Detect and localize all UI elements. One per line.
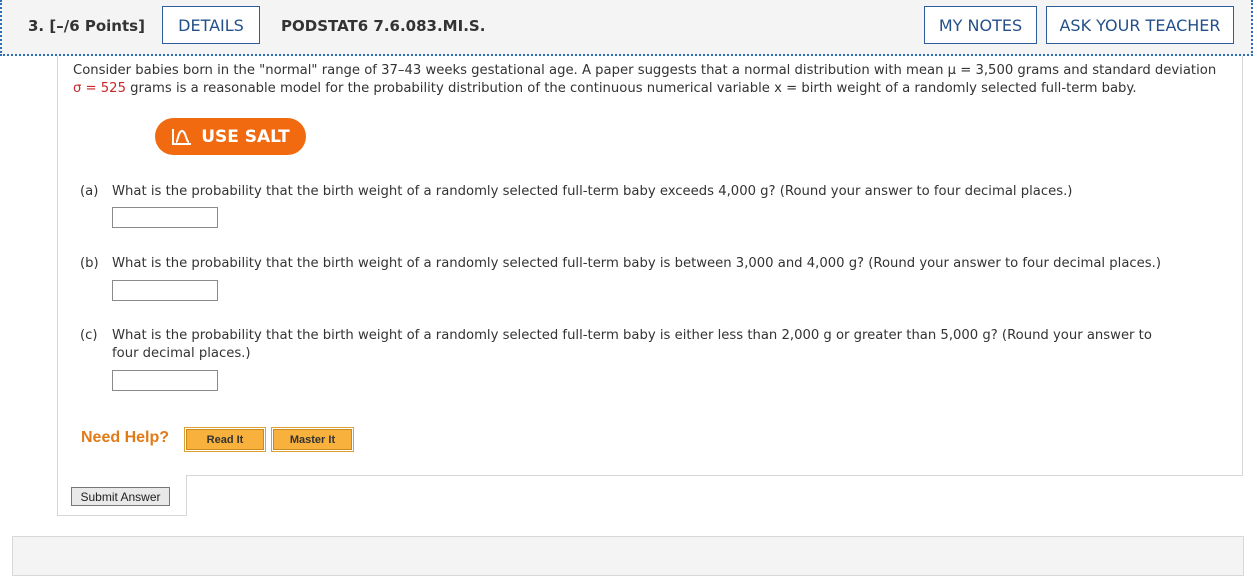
question-points: 3. [–/6 Points]: [28, 17, 145, 35]
intro-line-1: Consider babies born in the "normal" ran…: [73, 63, 1217, 78]
sigma-value: σ = 525: [73, 81, 126, 96]
ask-teacher-button[interactable]: ASK YOUR TEACHER: [1046, 6, 1234, 44]
part-c-text: What is the probability that the birth w…: [112, 328, 1152, 361]
question-intro: Consider babies born in the "normal" ran…: [73, 62, 1233, 98]
answer-a-input[interactable]: [112, 207, 218, 228]
use-salt-button[interactable]: USE SALT: [155, 118, 306, 155]
read-it-button[interactable]: Read It: [184, 427, 266, 452]
part-a-text: What is the probability that the birth w…: [112, 184, 1073, 199]
part-b-label: (b): [80, 256, 99, 271]
part-c-label: (c): [80, 328, 98, 343]
part-b: (b) What is the probability that the bir…: [80, 255, 1161, 273]
part-b-text: What is the probability that the birth w…: [112, 256, 1161, 271]
need-help-label: Need Help?: [81, 429, 170, 446]
salt-chart-icon: [172, 128, 192, 145]
details-button[interactable]: DETAILS: [162, 6, 260, 44]
use-salt-label: USE SALT: [201, 126, 290, 147]
next-question-panel: [12, 536, 1244, 576]
intro-line-2: grams is a reasonable model for the prob…: [125, 81, 1137, 96]
part-a: (a) What is the probability that the bir…: [80, 183, 1072, 201]
my-notes-button[interactable]: MY NOTES: [924, 6, 1037, 44]
part-a-label: (a): [80, 184, 99, 199]
problem-code: PODSTAT6 7.6.083.MI.S.: [281, 17, 486, 35]
part-c: (c) What is the probability that the bir…: [80, 327, 1152, 361]
submit-answer-button[interactable]: Submit Answer: [71, 487, 170, 506]
answer-b-input[interactable]: [112, 280, 218, 301]
answer-c-input[interactable]: [112, 370, 218, 391]
master-it-button[interactable]: Master It: [271, 427, 354, 452]
